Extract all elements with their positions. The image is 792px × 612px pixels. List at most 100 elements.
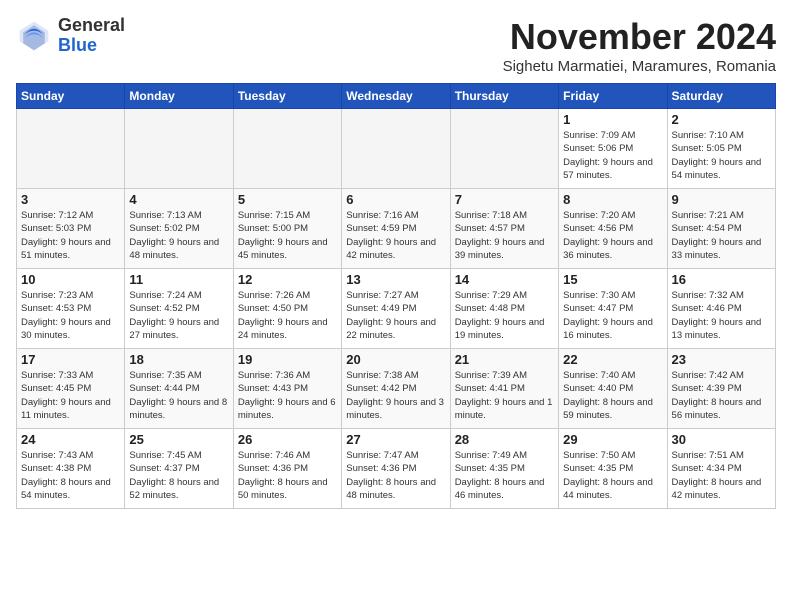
day-cell: 14 Sunrise: 7:29 AM Sunset: 4:48 PM Dayli… [450,269,558,349]
day-info: Sunrise: 7:38 AM Sunset: 4:42 PM Dayligh… [346,369,445,422]
day-cell: 7Sunrise: 7:18 AM Sunset: 4:57 PM Daylig… [450,189,558,269]
day-info: Sunrise: 7:09 AM Sunset: 5:06 PM Dayligh… [563,129,662,182]
week-row-3: 10 Sunrise: 7:23 AM Sunset: 4:53 PM Dayli… [17,269,776,349]
day-cell: 6 Sunrise: 7:16 AM Sunset: 4:59 PM Daylig… [342,189,450,269]
header-row: SundayMondayTuesdayWednesdayThursdayFrid… [17,84,776,109]
day-number: 17 [21,352,120,367]
day-cell: 17Sunrise: 7:33 AM Sunset: 4:45 PM Dayli… [17,349,125,429]
day-number: 25 [129,432,228,447]
day-info: Sunrise: 7:51 AM Sunset: 4:34 PM Dayligh… [672,449,771,502]
day-number: 15 [563,272,662,287]
day-cell: 23Sunrise: 7:42 AM Sunset: 4:39 PM Dayli… [667,349,775,429]
week-row-5: 24 Sunrise: 7:43 AM Sunset: 4:38 PM Dayli… [17,429,776,509]
day-info: Sunrise: 7:49 AM Sunset: 4:35 PM Dayligh… [455,449,554,502]
day-cell: 13 Sunrise: 7:27 AM Sunset: 4:49 PM Dayli… [342,269,450,349]
day-info: Sunrise: 7:36 AM Sunset: 4:43 PM Dayligh… [238,369,337,422]
day-info: Sunrise: 7:43 AM Sunset: 4:38 PM Dayligh… [21,449,120,502]
day-info: Sunrise: 7:24 AM Sunset: 4:52 PM Dayligh… [129,289,228,342]
day-info: Sunrise: 7:12 AM Sunset: 5:03 PM Dayligh… [21,209,120,262]
day-cell: 30 Sunrise: 7:51 AM Sunset: 4:34 PM Dayli… [667,429,775,509]
week-row-4: 17Sunrise: 7:33 AM Sunset: 4:45 PM Dayli… [17,349,776,429]
week-row-2: 3 Sunrise: 7:12 AM Sunset: 5:03 PM Daylig… [17,189,776,269]
day-cell: 24 Sunrise: 7:43 AM Sunset: 4:38 PM Dayli… [17,429,125,509]
day-cell: 3 Sunrise: 7:12 AM Sunset: 5:03 PM Daylig… [17,189,125,269]
day-cell: 19 Sunrise: 7:36 AM Sunset: 4:43 PM Dayli… [233,349,341,429]
day-info: Sunrise: 7:13 AM Sunset: 5:02 PM Dayligh… [129,209,228,262]
day-number: 3 [21,192,120,207]
day-number: 21 [455,352,554,367]
day-cell: 2Sunrise: 7:10 AM Sunset: 5:05 PM Daylig… [667,109,775,189]
day-number: 23 [672,352,771,367]
day-info: Sunrise: 7:50 AM Sunset: 4:35 PM Dayligh… [563,449,662,502]
day-cell [17,109,125,189]
day-number: 29 [563,432,662,447]
day-info: Sunrise: 7:32 AM Sunset: 4:46 PM Dayligh… [672,289,771,342]
day-info: Sunrise: 7:15 AM Sunset: 5:00 PM Dayligh… [238,209,337,262]
day-info: Sunrise: 7:27 AM Sunset: 4:49 PM Dayligh… [346,289,445,342]
day-cell: 29 Sunrise: 7:50 AM Sunset: 4:35 PM Dayli… [559,429,667,509]
day-number: 18 [129,352,228,367]
week-row-1: 1 Sunrise: 7:09 AM Sunset: 5:06 PM Daylig… [17,109,776,189]
page-header: General Blue November 2024 Sighetu Marma… [16,16,776,75]
day-cell [342,109,450,189]
day-number: 10 [21,272,120,287]
day-info: Sunrise: 7:29 AM Sunset: 4:48 PM Dayligh… [455,289,554,342]
day-cell: 1 Sunrise: 7:09 AM Sunset: 5:06 PM Daylig… [559,109,667,189]
day-cell: 21Sunrise: 7:39 AM Sunset: 4:41 PM Dayli… [450,349,558,429]
day-cell: 4 Sunrise: 7:13 AM Sunset: 5:02 PM Daylig… [125,189,233,269]
logo: General Blue [16,16,125,56]
day-number: 19 [238,352,337,367]
day-info: Sunrise: 7:46 AM Sunset: 4:36 PM Dayligh… [238,449,337,502]
day-cell: 16 Sunrise: 7:32 AM Sunset: 4:46 PM Dayli… [667,269,775,349]
calendar-table: SundayMondayTuesdayWednesdayThursdayFrid… [16,83,776,509]
day-number: 11 [129,272,228,287]
header-cell-friday: Friday [559,84,667,109]
day-cell: 22 Sunrise: 7:40 AM Sunset: 4:40 PM Dayli… [559,349,667,429]
header-cell-saturday: Saturday [667,84,775,109]
day-cell: 26Sunrise: 7:46 AM Sunset: 4:36 PM Dayli… [233,429,341,509]
day-number: 4 [129,192,228,207]
day-cell: 5 Sunrise: 7:15 AM Sunset: 5:00 PM Daylig… [233,189,341,269]
day-cell: 9Sunrise: 7:21 AM Sunset: 4:54 PM Daylig… [667,189,775,269]
header-cell-wednesday: Wednesday [342,84,450,109]
day-number: 28 [455,432,554,447]
day-info: Sunrise: 7:10 AM Sunset: 5:05 PM Dayligh… [672,129,771,182]
day-cell: 15 Sunrise: 7:30 AM Sunset: 4:47 PM Dayli… [559,269,667,349]
day-number: 6 [346,192,445,207]
day-number: 14 [455,272,554,287]
day-info: Sunrise: 7:40 AM Sunset: 4:40 PM Dayligh… [563,369,662,422]
day-number: 27 [346,432,445,447]
day-number: 1 [563,112,662,127]
calendar-body: 1 Sunrise: 7:09 AM Sunset: 5:06 PM Daylig… [17,109,776,509]
day-info: Sunrise: 7:45 AM Sunset: 4:37 PM Dayligh… [129,449,228,502]
day-cell: 27 Sunrise: 7:47 AM Sunset: 4:36 PM Dayli… [342,429,450,509]
month-title: November 2024 [503,16,776,58]
day-number: 24 [21,432,120,447]
day-cell: 11 Sunrise: 7:24 AM Sunset: 4:52 PM Dayli… [125,269,233,349]
day-number: 22 [563,352,662,367]
header-cell-monday: Monday [125,84,233,109]
day-number: 7 [455,192,554,207]
day-info: Sunrise: 7:30 AM Sunset: 4:47 PM Dayligh… [563,289,662,342]
day-cell: 12Sunrise: 7:26 AM Sunset: 4:50 PM Dayli… [233,269,341,349]
day-number: 8 [563,192,662,207]
day-number: 5 [238,192,337,207]
day-cell: 10 Sunrise: 7:23 AM Sunset: 4:53 PM Dayli… [17,269,125,349]
day-cell: 28 Sunrise: 7:49 AM Sunset: 4:35 PM Dayli… [450,429,558,509]
day-info: Sunrise: 7:47 AM Sunset: 4:36 PM Dayligh… [346,449,445,502]
day-info: Sunrise: 7:23 AM Sunset: 4:53 PM Dayligh… [21,289,120,342]
day-info: Sunrise: 7:16 AM Sunset: 4:59 PM Dayligh… [346,209,445,262]
location-title: Sighetu Marmatiei, Maramures, Romania [503,58,776,75]
day-number: 16 [672,272,771,287]
day-number: 12 [238,272,337,287]
day-number: 20 [346,352,445,367]
header-cell-thursday: Thursday [450,84,558,109]
day-number: 13 [346,272,445,287]
day-cell: 8Sunrise: 7:20 AM Sunset: 4:56 PM Daylig… [559,189,667,269]
day-cell [125,109,233,189]
day-info: Sunrise: 7:35 AM Sunset: 4:44 PM Dayligh… [129,369,228,422]
header-cell-tuesday: Tuesday [233,84,341,109]
day-number: 30 [672,432,771,447]
header-cell-sunday: Sunday [17,84,125,109]
calendar-header: SundayMondayTuesdayWednesdayThursdayFrid… [17,84,776,109]
